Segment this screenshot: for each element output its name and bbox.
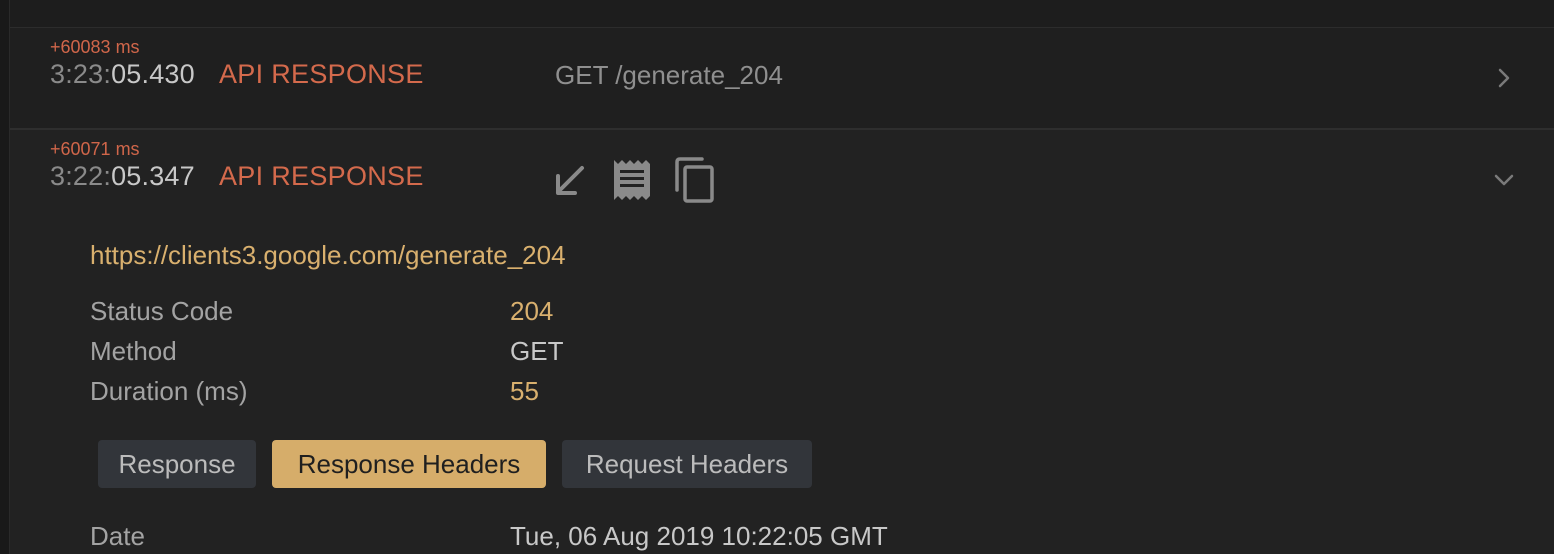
entry-summary: GET /generate_204 xyxy=(555,60,783,90)
entry-timestamp: 3:23:05.430 xyxy=(50,59,195,90)
arrow-down-left-icon[interactable] xyxy=(548,156,592,204)
reactotron-timeline: +60083 ms 3:23:05.430 API RESPONSE GET /… xyxy=(0,0,1554,554)
entry-delta: +60083 ms xyxy=(50,37,140,57)
chevron-right-icon[interactable] xyxy=(1492,66,1516,90)
tab-response-headers[interactable]: Response Headers xyxy=(272,440,546,488)
header-name: Date xyxy=(90,521,145,551)
timeline-entry-expanded[interactable]: +60071 ms 3:22:05.347 API RESPONSE https… xyxy=(10,130,1554,554)
request-url: https://clients3.google.com/generate_204 xyxy=(90,240,566,270)
entry-delta: +60071 ms xyxy=(50,139,140,159)
timestamp-prefix: 3:23: xyxy=(50,59,112,89)
field-value-duration: 55 xyxy=(510,376,539,406)
timestamp-main: 05.430 xyxy=(111,59,195,89)
entry-type: API RESPONSE xyxy=(219,59,424,89)
entry-timestamp: 3:22:05.347 xyxy=(50,161,195,192)
field-value-method: GET xyxy=(510,336,564,366)
field-label-method: Method xyxy=(90,336,177,366)
field-value-status-code: 204 xyxy=(510,296,554,326)
copy-icon[interactable] xyxy=(672,156,716,204)
field-label-status-code: Status Code xyxy=(90,296,234,326)
tab-request-headers[interactable]: Request Headers xyxy=(562,440,812,488)
previous-entry-edge xyxy=(10,0,1554,28)
entry-type: API RESPONSE xyxy=(219,161,424,191)
chevron-down-icon[interactable] xyxy=(1492,168,1516,192)
header-value: Tue, 06 Aug 2019 10:22:05 GMT xyxy=(510,521,888,551)
timestamp-main: 05.347 xyxy=(111,161,195,191)
timeline-entry[interactable]: +60083 ms 3:23:05.430 API RESPONSE GET /… xyxy=(10,28,1554,130)
left-gutter xyxy=(0,0,10,554)
tab-response[interactable]: Response xyxy=(98,440,256,488)
field-label-duration: Duration (ms) xyxy=(90,376,248,406)
timestamp-prefix: 3:22: xyxy=(50,161,112,191)
receipt-icon[interactable] xyxy=(610,156,654,204)
